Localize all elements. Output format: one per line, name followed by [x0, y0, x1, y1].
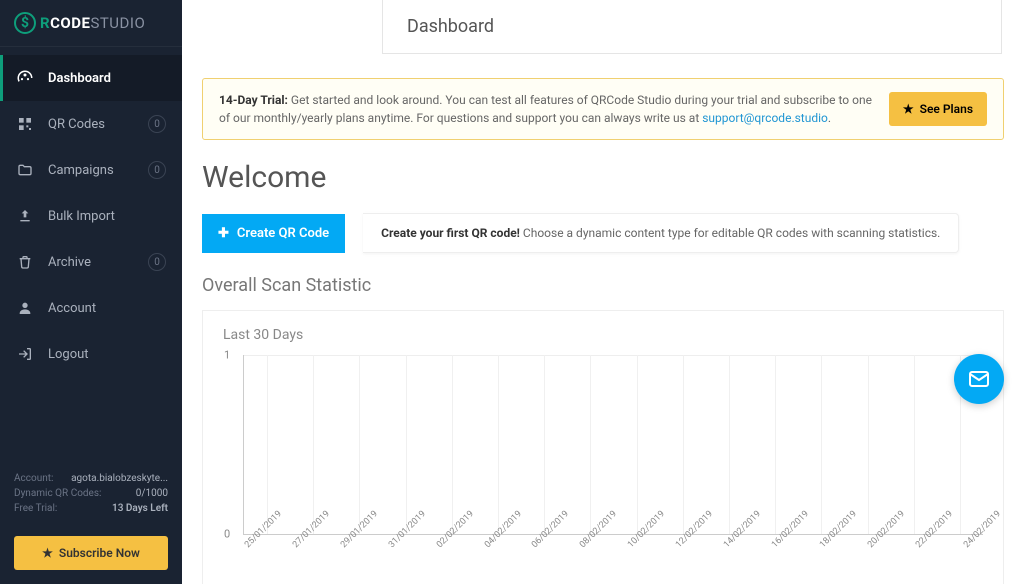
- count-badge: 0: [148, 115, 166, 133]
- mail-icon: [967, 367, 991, 391]
- count-badge: 0: [148, 161, 166, 179]
- star-icon: ★: [42, 546, 53, 560]
- sidebar-item-qrcodes[interactable]: QR Codes 0: [0, 101, 182, 147]
- nav: Dashboard QR Codes 0 Campaigns 0 Bulk Im…: [0, 47, 182, 463]
- chart-title: Last 30 Days: [223, 327, 983, 343]
- sidebar-item-label: Dashboard: [48, 71, 166, 86]
- sidebar-item-bulkimport[interactable]: Bulk Import: [0, 193, 182, 239]
- create-qr-button[interactable]: ✚ Create QR Code: [202, 214, 345, 253]
- account-label: Account:: [14, 473, 53, 484]
- trial-text: 14-Day Trial: Get started and look aroun…: [219, 91, 873, 127]
- chart-container: Last 30 Days 01 25/01/201927/01/201929/0…: [202, 310, 1004, 584]
- dashboard-icon: [16, 69, 34, 87]
- sidebar-item-label: Campaigns: [48, 163, 134, 178]
- user-icon: [16, 299, 34, 317]
- sidebar-item-label: Bulk Import: [48, 209, 166, 224]
- logo-text: RCODESTUDIO: [40, 14, 145, 32]
- trial-banner: 14-Day Trial: Get started and look aroun…: [202, 78, 1004, 140]
- sidebar-item-label: Archive: [48, 255, 134, 270]
- plus-icon: ✚: [218, 226, 229, 241]
- sidebar-item-logout[interactable]: Logout: [0, 331, 182, 377]
- sidebar-item-archive[interactable]: Archive 0: [0, 239, 182, 285]
- upload-icon: [16, 207, 34, 225]
- sidebar: $ RCODESTUDIO Dashboard QR Codes 0 Campa…: [0, 0, 182, 584]
- breadcrumb: Dashboard: [382, 0, 1002, 54]
- qrcode-icon: [16, 115, 34, 133]
- logo[interactable]: $ RCODESTUDIO: [0, 0, 182, 47]
- sidebar-item-label: Logout: [48, 347, 166, 362]
- quota-label: Dynamic QR Codes:: [14, 488, 101, 499]
- account-info: Account: agota.bialobzeskyte... Dynamic Q…: [0, 463, 182, 528]
- stats-title: Overall Scan Statistic: [202, 275, 1004, 296]
- sidebar-item-label: QR Codes: [48, 117, 134, 132]
- sidebar-item-campaigns[interactable]: Campaigns 0: [0, 147, 182, 193]
- sidebar-item-dashboard[interactable]: Dashboard: [0, 55, 182, 101]
- star-icon: ★: [903, 102, 914, 116]
- subscribe-label: Subscribe Now: [59, 546, 140, 560]
- trial-value: 13 Days Left: [112, 503, 168, 514]
- chat-fab[interactable]: [954, 354, 1004, 404]
- create-hint: Create your first QR code! Choose a dyna…: [363, 213, 959, 253]
- logout-icon: [16, 345, 34, 363]
- support-email-link[interactable]: support@qrcode.studio: [702, 111, 828, 125]
- page-title: Welcome: [202, 160, 1004, 195]
- folder-icon: [16, 161, 34, 179]
- subscribe-button[interactable]: ★ Subscribe Now: [14, 536, 168, 570]
- see-plans-button[interactable]: ★ See Plans: [889, 92, 987, 126]
- x-axis: 25/01/201927/01/201929/01/201931/01/2019…: [243, 543, 983, 553]
- create-label: Create QR Code: [237, 226, 329, 241]
- trial-label: Free Trial:: [14, 503, 57, 514]
- quota-value: 0/1000: [136, 488, 168, 499]
- see-plans-label: See Plans: [920, 102, 973, 116]
- sidebar-item-account[interactable]: Account: [0, 285, 182, 331]
- account-value: agota.bialobzeskyte...: [71, 473, 168, 484]
- create-row: ✚ Create QR Code Create your first QR co…: [202, 213, 1004, 253]
- count-badge: 0: [148, 253, 166, 271]
- sidebar-item-label: Account: [48, 301, 166, 316]
- main-content: Dashboard 14-Day Trial: Get started and …: [182, 0, 1024, 584]
- chart-area: 01: [243, 355, 983, 535]
- logo-icon: $: [14, 12, 36, 34]
- trash-icon: [16, 253, 34, 271]
